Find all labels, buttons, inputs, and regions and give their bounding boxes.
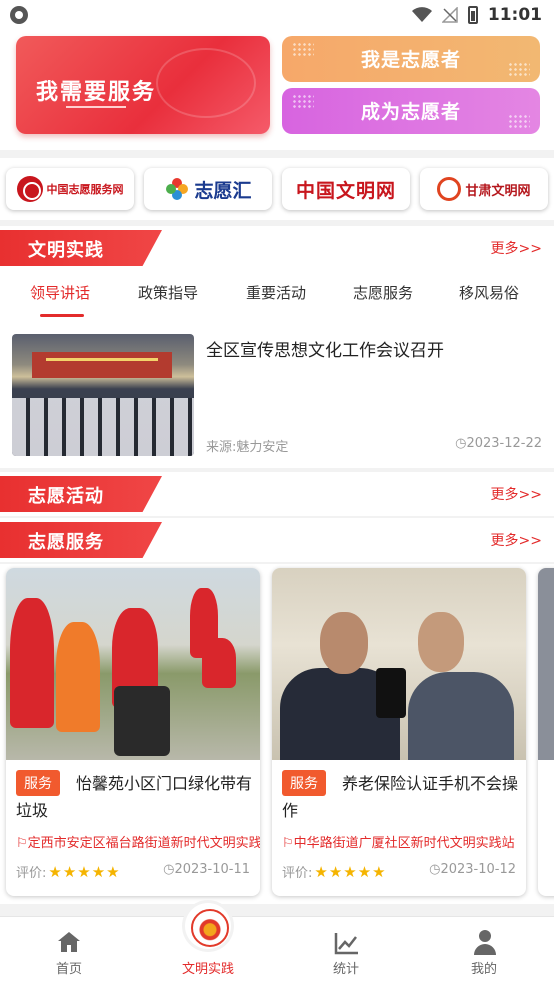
partner-china-volunteer-net[interactable]: 中国志愿服务网 <box>6 168 134 210</box>
active-tab-indicator <box>40 314 84 317</box>
partner-gansu-civilization-net[interactable]: 甘肃文明网 <box>420 168 548 210</box>
card-date: ◷2023-10-11 <box>163 862 250 877</box>
category-tabs: 领导讲话 政策指导 重要活动 志愿服务 移风易俗 <box>0 268 554 322</box>
news-title: 全区宣传思想文化工作会议召开 <box>206 341 444 361</box>
i-am-volunteer-button[interactable]: 我是志愿者 <box>282 36 540 82</box>
nav-label: 统计 <box>332 962 359 977</box>
section-title: 文明实践 <box>28 240 104 261</box>
star-rating-icon: ★★★★★ <box>48 862 121 881</box>
top-banner-area: 我需要服务 我是志愿者 成为志愿者 <box>0 30 554 150</box>
app-notification-icon <box>10 6 28 24</box>
partner-name: 中国文明网 <box>295 179 396 202</box>
news-item[interactable]: 全区宣传思想文化工作会议召开 来源:魅力安定 ◷2023-12-22 <box>0 322 554 468</box>
gansu-logo-icon <box>437 177 462 201</box>
clock-icon: ◷ <box>455 436 467 451</box>
tab-leader-speech[interactable]: 领导讲话 <box>30 282 90 303</box>
service-photo <box>272 568 526 760</box>
tab-policy-guidance[interactable]: 政策指导 <box>138 282 198 303</box>
civilization-logo-icon <box>185 903 231 949</box>
card-rating: 评价: ★★★★★ <box>282 862 387 882</box>
tab-customs-reform[interactable]: 移风易俗 <box>459 282 519 303</box>
partner-name: 甘肃文明网 <box>465 183 531 199</box>
news-date: ◷2023-12-22 <box>455 436 542 451</box>
need-service-button[interactable]: 我需要服务 <box>16 36 270 134</box>
service-card-carousel[interactable]: 服务 怡馨苑小区门口绿化带有垃圾 ⚐定西市安定区福台路街道新时代文明实践站 评价… <box>0 564 554 904</box>
more-link[interactable]: 更多>> <box>491 484 542 504</box>
clock-icon: ◷ <box>429 862 441 877</box>
service-photo <box>6 568 260 760</box>
service-card[interactable]: 服务 养老保险认证手机不会操作 ⚐中华路街道广厦社区新时代文明实践站 评价: ★… <box>272 568 526 896</box>
flag-icon: ⚐ <box>282 836 294 851</box>
need-service-label: 我需要服务 <box>36 80 157 105</box>
partner-china-civilization-net[interactable]: 中国文明网 <box>282 168 410 210</box>
section-title: 志愿服务 <box>28 532 104 553</box>
nav-label: 我的 <box>470 962 497 977</box>
partner-links: 中国志愿服务网 志愿汇 中国文明网 甘肃文明网 <box>0 158 554 220</box>
china-volunteer-logo-icon <box>16 176 43 202</box>
nav-label: 首页 <box>55 962 82 977</box>
partner-name: 志愿汇 <box>194 179 252 202</box>
chart-icon <box>334 933 358 955</box>
card-date: ◷2023-10-12 <box>429 862 516 877</box>
no-signal-icon <box>441 7 458 23</box>
card-address: ⚐定西市安定区福台路街道新时代文明实践站 <box>16 836 260 851</box>
more-link[interactable]: 更多>> <box>491 238 542 258</box>
status-bar: 11:01 <box>0 0 554 30</box>
i-am-volunteer-label: 我是志愿者 <box>360 49 461 71</box>
bottom-nav: 首页 文明实践 统计 我的 <box>0 903 554 986</box>
clock-icon: ◷ <box>163 862 175 877</box>
pinwheel-logo-icon <box>166 178 189 200</box>
become-volunteer-button[interactable]: 成为志愿者 <box>282 88 540 134</box>
star-rating-icon: ★★★★★ <box>314 862 387 881</box>
tab-important-events[interactable]: 重要活动 <box>246 282 306 303</box>
battery-icon <box>467 6 478 24</box>
status-time: 11:01 <box>487 5 542 25</box>
partner-name: 中国志愿服务网 <box>46 182 124 196</box>
user-icon <box>474 930 496 955</box>
nav-home[interactable]: 首页 <box>19 917 119 986</box>
tab-volunteer-service[interactable]: 志愿服务 <box>353 282 413 303</box>
more-link[interactable]: 更多>> <box>491 530 542 550</box>
section-services-header: 志愿服务 更多>> <box>0 518 554 562</box>
flag-icon: ⚐ <box>16 836 28 851</box>
wifi-icon <box>411 7 432 22</box>
card-title: 养老保险认证手机不会操作 <box>282 774 519 820</box>
home-icon <box>58 932 80 952</box>
card-rating: 评价: ★★★★★ <box>16 862 121 882</box>
nav-me[interactable]: 我的 <box>434 917 534 986</box>
service-card[interactable]: 服务 怡馨苑小区门口绿化带有垃圾 ⚐定西市安定区福台路街道新时代文明实践站 评价… <box>6 568 260 896</box>
news-thumbnail <box>12 334 194 456</box>
news-source: 来源:魅力安定 <box>206 440 289 455</box>
nav-civilization[interactable]: 文明实践 <box>158 903 258 986</box>
section-title: 志愿活动 <box>28 486 104 507</box>
nav-label: 文明实践 <box>181 962 234 977</box>
card-address: ⚐中华路街道广厦社区新时代文明实践站 <box>282 836 515 851</box>
section-activities-header: 志愿活动 更多>> <box>0 472 554 516</box>
partner-zhiyuanhui[interactable]: 志愿汇 <box>144 168 272 210</box>
section-civilization-header: 文明实践 更多>> <box>0 226 554 270</box>
become-volunteer-label: 成为志愿者 <box>360 101 461 123</box>
service-card-partial[interactable] <box>538 568 554 896</box>
nav-statistics[interactable]: 统计 <box>296 917 396 986</box>
card-title: 怡馨苑小区门口绿化带有垃圾 <box>16 774 253 820</box>
